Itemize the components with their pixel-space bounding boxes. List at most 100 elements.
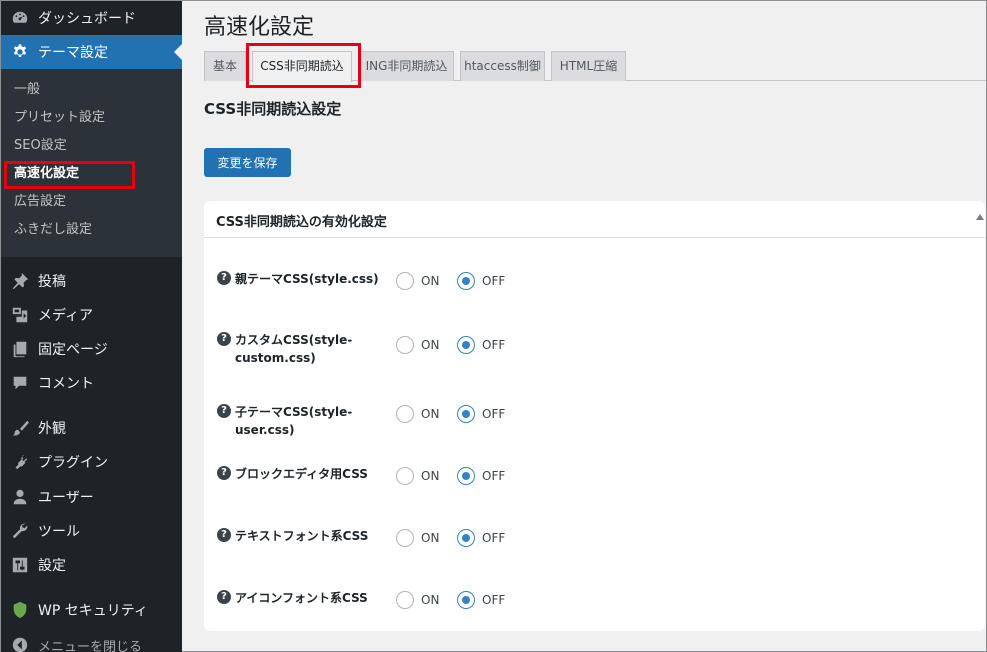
submenu-seo[interactable]: SEO設定 (14, 136, 67, 156)
panel-title: CSS非同期読込の有効化設定 (216, 215, 387, 230)
menu-users[interactable]: ユーザー (1, 480, 182, 514)
radio-on-label[interactable]: ON (421, 337, 439, 353)
section-title: CSS非同期読込設定 (204, 100, 342, 118)
menu-wp-security-label: WP セキュリティ (38, 603, 148, 619)
collapse-arrow-icon (11, 636, 29, 652)
menu-posts[interactable]: 投稿 (1, 264, 182, 298)
help-icon[interactable]: ? (217, 332, 231, 346)
setting-label: 子テーマCSS(style-user.css) (235, 405, 353, 437)
panel-collapse-icon[interactable] (976, 214, 984, 220)
radio-off-label[interactable]: OFF (482, 406, 505, 422)
user-icon (11, 488, 29, 506)
menu-dashboard[interactable]: ダッシュボード (1, 1, 182, 35)
setting-row: ? アイコンフォント系CSS ON OFF (204, 590, 985, 630)
submenu-ads[interactable]: 広告設定 (14, 192, 66, 212)
radio-off[interactable] (457, 272, 475, 290)
setting-row: ? 子テーマCSS(style-user.css) ON OFF (204, 404, 985, 444)
dashboard-icon (11, 9, 29, 27)
highlight-box-tab (246, 43, 361, 88)
radio-on-label[interactable]: ON (421, 530, 439, 546)
setting-label: カスタムCSS(style-custom.css) (235, 333, 353, 365)
menu-tools-label: ツール (38, 524, 80, 540)
submenu-preset[interactable]: プリセット設定 (14, 108, 105, 128)
help-icon[interactable]: ? (217, 528, 231, 542)
submenu-balloon[interactable]: ふきだし設定 (14, 220, 92, 240)
menu-dashboard-label: ダッシュボード (38, 11, 136, 27)
shield-icon (11, 601, 29, 619)
page-title: 高速化設定 (204, 15, 315, 40)
panel-header[interactable]: CSS非同期読込の有効化設定 (204, 201, 985, 238)
radio-on[interactable] (396, 336, 414, 354)
menu-media-label: メディア (38, 308, 94, 324)
radio-on-label[interactable]: ON (421, 468, 439, 484)
menu-wp-security[interactable]: WP セキュリティ (1, 593, 182, 627)
highlight-box-submenu (4, 161, 135, 189)
radio-on[interactable] (396, 272, 414, 290)
radio-off[interactable] (457, 529, 475, 547)
menu-theme-settings[interactable]: テーマ設定 (1, 35, 182, 69)
radio-on[interactable] (396, 467, 414, 485)
menu-media[interactable]: メディア (1, 298, 182, 332)
menu-tools[interactable]: ツール (1, 514, 182, 548)
radio-off[interactable] (457, 591, 475, 609)
radio-off-label[interactable]: OFF (482, 468, 505, 484)
setting-label: 親テーマCSS(style.css) (235, 272, 379, 286)
radio-off-label[interactable]: OFF (482, 530, 505, 546)
collapse-menu[interactable]: メニューを閉じる (1, 628, 182, 652)
menu-appearance-label: 外観 (38, 421, 66, 437)
setting-label: アイコンフォント系CSS (235, 591, 368, 605)
radio-on-label[interactable]: ON (421, 592, 439, 608)
plug-icon (11, 453, 29, 471)
collapse-menu-label: メニューを閉じる (38, 639, 143, 652)
active-menu-arrow (174, 44, 182, 60)
admin-sidebar: ダッシュボード テーマ設定 一般 プリセット設定 SEO設定 高速化設定 広告設… (1, 1, 182, 652)
brush-icon (11, 419, 29, 437)
help-icon[interactable]: ? (217, 271, 231, 285)
menu-settings[interactable]: 設定 (1, 548, 182, 582)
menu-appearance[interactable]: 外観 (1, 411, 182, 445)
radio-off[interactable] (457, 405, 475, 423)
gear-icon (11, 43, 29, 61)
page-icon (11, 340, 29, 358)
radio-on[interactable] (396, 529, 414, 547)
menu-comments-label: コメント (38, 376, 94, 392)
media-icon (11, 306, 29, 324)
setting-label: ブロックエディタ用CSS (235, 467, 368, 481)
menu-posts-label: 投稿 (38, 274, 66, 290)
menu-plugins[interactable]: プラグイン (1, 445, 182, 479)
settings-panel: CSS非同期読込の有効化設定 ? 親テーマCSS(style.css) ON OFF?… (204, 201, 985, 631)
wrench-icon (11, 522, 29, 540)
help-icon[interactable]: ? (217, 404, 231, 418)
menu-settings-label: 設定 (38, 558, 66, 574)
menu-users-label: ユーザー (38, 490, 94, 506)
save-button[interactable]: 変更を保存 (204, 148, 291, 177)
radio-off[interactable] (457, 336, 475, 354)
submenu-general[interactable]: 一般 (14, 80, 40, 100)
tab-htaccess[interactable]: htaccess制御 (460, 51, 545, 81)
help-icon[interactable]: ? (217, 590, 231, 604)
help-icon[interactable]: ? (217, 466, 231, 480)
menu-plugins-label: プラグイン (38, 455, 108, 471)
setting-row: ? ブロックエディタ用CSS ON OFF (204, 466, 985, 506)
setting-label: テキストフォント系CSS (235, 529, 369, 543)
menu-pages[interactable]: 固定ページ (1, 332, 182, 366)
setting-row: ? 親テーマCSS(style.css) ON OFF (204, 271, 985, 311)
radio-off-label[interactable]: OFF (482, 337, 505, 353)
tab-img-async[interactable]: ING非同期読込 (359, 51, 454, 81)
radio-off[interactable] (457, 467, 475, 485)
radio-off-label[interactable]: OFF (482, 592, 505, 608)
sliders-icon (11, 556, 29, 574)
radio-on-label[interactable]: ON (421, 273, 439, 289)
radio-on-label[interactable]: ON (421, 406, 439, 422)
menu-comments[interactable]: コメント (1, 366, 182, 400)
radio-on[interactable] (396, 591, 414, 609)
menu-pages-label: 固定ページ (38, 342, 108, 358)
tab-html-compress[interactable]: HTML圧縮 (551, 51, 626, 81)
tab-basic[interactable]: 基本 (204, 51, 246, 81)
setting-row: ? テキストフォント系CSS ON OFF (204, 528, 985, 568)
radio-off-label[interactable]: OFF (482, 273, 505, 289)
radio-on[interactable] (396, 405, 414, 423)
pin-icon (11, 272, 29, 290)
setting-row: ? カスタムCSS(style-custom.css) ON OFF (204, 332, 985, 372)
main-content: 高速化設定 基本 CSS非同期読込 ING非同期読込 htaccess制御 HT… (182, 1, 987, 652)
